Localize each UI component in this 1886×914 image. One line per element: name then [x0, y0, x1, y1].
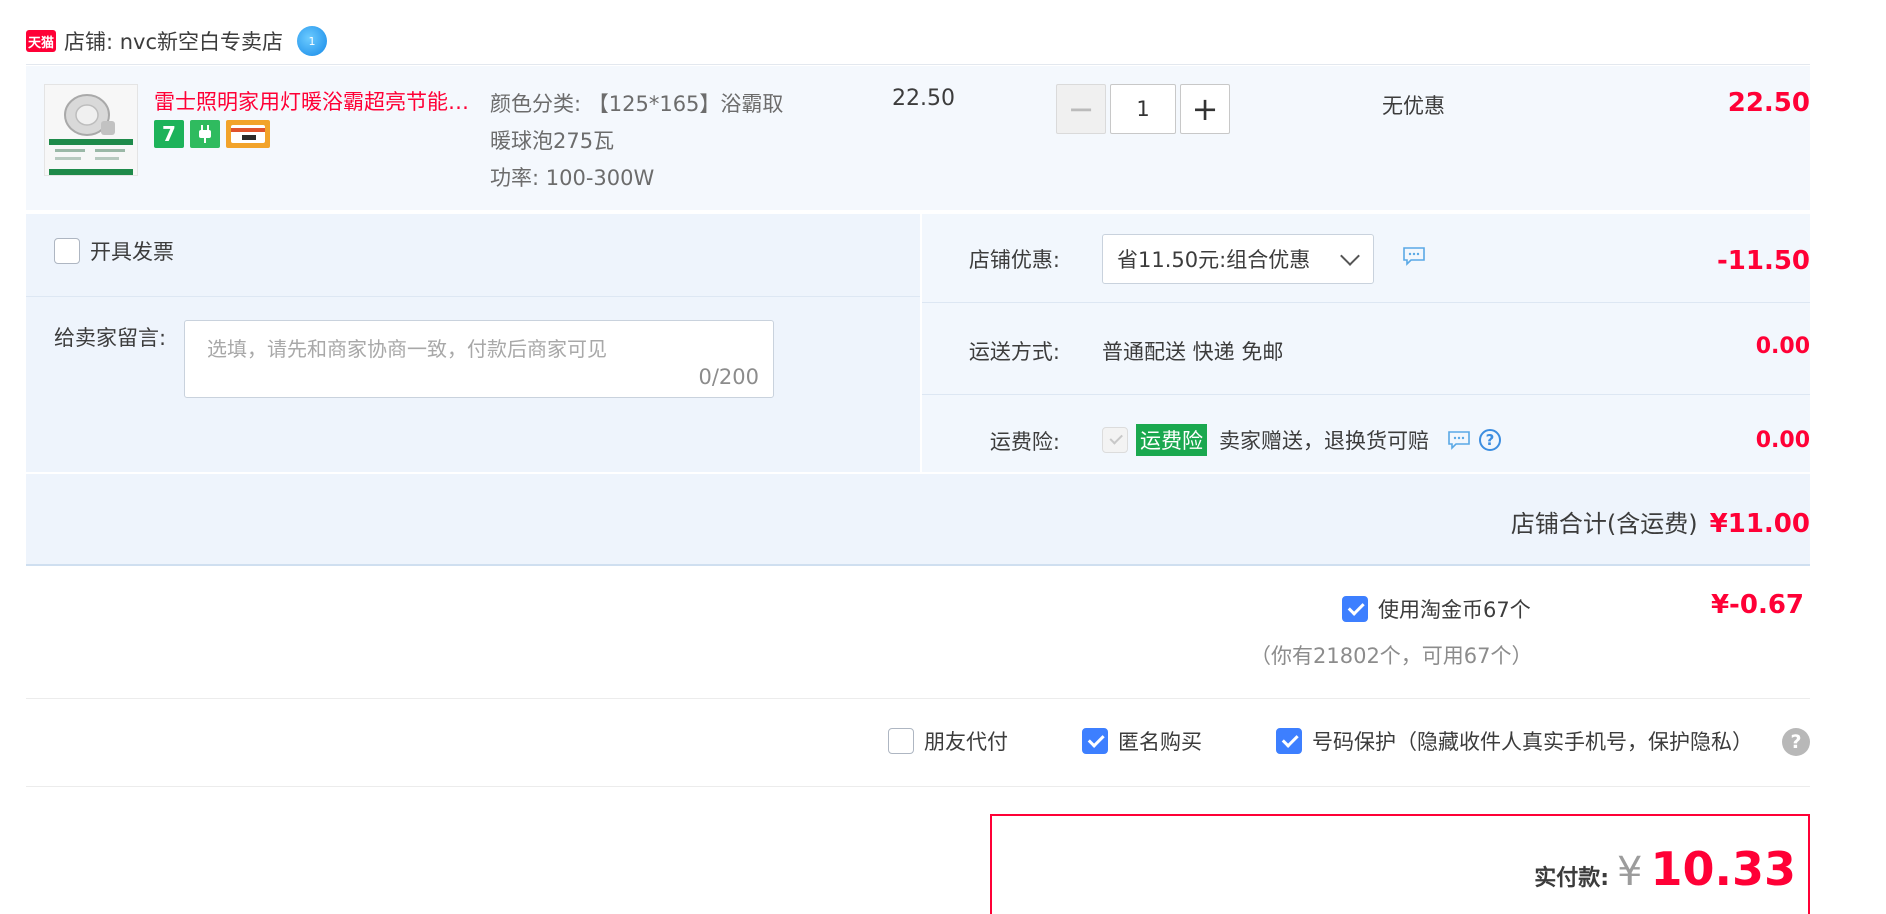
coins-label: 使用淘金币67个	[1378, 598, 1531, 622]
friend-pay-option[interactable]: 朋友代付	[888, 726, 1008, 756]
service-badges: 7	[154, 120, 270, 148]
coins-balance: （你有21802个，可用67个）	[1250, 644, 1533, 668]
insurance-tag: 运费险	[1136, 424, 1207, 456]
coins-checkbox[interactable]	[1342, 596, 1368, 622]
payment-label: 实付款:	[1534, 866, 1610, 891]
payment-amount: 10.33	[1650, 842, 1796, 896]
phone-protection-option[interactable]: 号码保护（隐藏收件人真实手机号，保护隐私）	[1276, 726, 1753, 756]
coupon-label: 店铺优惠:	[968, 248, 1060, 272]
payment-total: 实付款: ¥ 10.33	[1534, 842, 1796, 896]
shop-header: 天猫 店铺: nvc新空白专卖店 1	[26, 24, 328, 58]
shop-total-amount: ¥11.00	[1709, 509, 1810, 539]
divider	[922, 394, 1810, 395]
anonymous-label: 匿名购买	[1118, 730, 1202, 754]
credit-card-icon	[226, 120, 270, 148]
message-label: 给卖家留言:	[54, 326, 167, 350]
sku-power: 功率: 100-300W	[490, 166, 655, 190]
item-discount: 无优惠	[1382, 94, 1445, 118]
shop-total: 店铺合计(含运费) ¥11.00	[1511, 504, 1810, 539]
insurance-amount: 0.00	[1755, 428, 1810, 453]
divider	[26, 64, 1810, 65]
anonymous-checkbox[interactable]	[1082, 728, 1108, 754]
tmall-icon: 天猫	[26, 30, 56, 52]
sku-color-cont: 暖球泡275瓦	[490, 129, 615, 153]
coupon-select[interactable]: 省11.50元:组合优惠	[1102, 234, 1374, 284]
chevron-down-icon	[1340, 246, 1360, 266]
chat-bubble-icon[interactable]	[1402, 246, 1426, 270]
insurance-label: 运费险:	[989, 430, 1060, 454]
sku-info: 颜色分类: 【125*165】浴霸取 暖球泡275瓦 功率: 100-300W	[490, 86, 820, 197]
invoice-checkbox[interactable]	[54, 238, 80, 264]
insurance-row: 运费险 卖家赠送，退换货可赔 ?	[1102, 424, 1501, 456]
invoice-label: 开具发票	[90, 240, 174, 264]
product-title-link[interactable]: 雷士照明家用灯暖浴霸超亮节能灯泡	[154, 86, 482, 116]
phone-protection-checkbox[interactable]	[1276, 728, 1302, 754]
insurance-checkbox	[1102, 427, 1128, 453]
plug-icon	[190, 120, 220, 148]
divider	[922, 302, 1810, 303]
shop-total-label: 店铺合计(含运费)	[1510, 510, 1698, 538]
message-placeholder: 选填，请先和商家协商一致，付款后商家可见	[207, 337, 607, 361]
item-total: 22.50	[1727, 88, 1810, 118]
invoice-option[interactable]: 开具发票	[54, 236, 174, 266]
insurance-text: 卖家赠送，退换货可赔	[1219, 429, 1429, 453]
friend-pay-checkbox[interactable]	[888, 728, 914, 754]
help-icon[interactable]: ?	[1479, 429, 1501, 451]
shipping-label: 运送方式:	[968, 340, 1060, 364]
coupon-selected-value: 省11.50元:组合优惠	[1117, 248, 1311, 272]
quantity-stepper: − 1 +	[1056, 84, 1230, 134]
unit-price: 22.50	[892, 86, 955, 111]
help-icon[interactable]: ?	[1782, 728, 1810, 756]
divider	[26, 296, 920, 297]
quantity-decrease-button[interactable]: −	[1056, 84, 1106, 134]
quantity-input[interactable]: 1	[1110, 84, 1176, 134]
coins-amount: ¥-0.67	[1710, 590, 1804, 620]
product-thumbnail[interactable]	[44, 84, 138, 176]
phone-protection-label: 号码保护（隐藏收件人真实手机号，保护隐私）	[1312, 730, 1753, 754]
quantity-increase-button[interactable]: +	[1180, 84, 1230, 134]
wangwang-chat-icon[interactable]: 1	[297, 26, 328, 56]
divider	[26, 786, 1810, 787]
shop-name[interactable]: 店铺: nvc新空白专卖店	[64, 26, 283, 56]
shipping-method: 普通配送 快递 免邮	[1102, 340, 1284, 364]
chat-bubble-icon[interactable]	[1447, 430, 1471, 450]
sku-color: 颜色分类: 【125*165】浴霸取	[490, 92, 784, 116]
coupon-amount: -11.50	[1716, 246, 1810, 276]
shipping-amount: 0.00	[1755, 334, 1810, 359]
taobao-coins-option[interactable]: 使用淘金币67个	[1342, 594, 1531, 624]
friend-pay-label: 朋友代付	[924, 730, 1008, 754]
seven-day-return-icon: 7	[154, 120, 184, 148]
currency-symbol: ¥	[1617, 849, 1643, 895]
anonymous-purchase-option[interactable]: 匿名购买	[1082, 726, 1202, 756]
divider	[26, 698, 1810, 699]
message-char-count: 0/200	[698, 365, 759, 389]
message-input[interactable]: 选填，请先和商家协商一致，付款后商家可见 0/200	[184, 320, 774, 398]
